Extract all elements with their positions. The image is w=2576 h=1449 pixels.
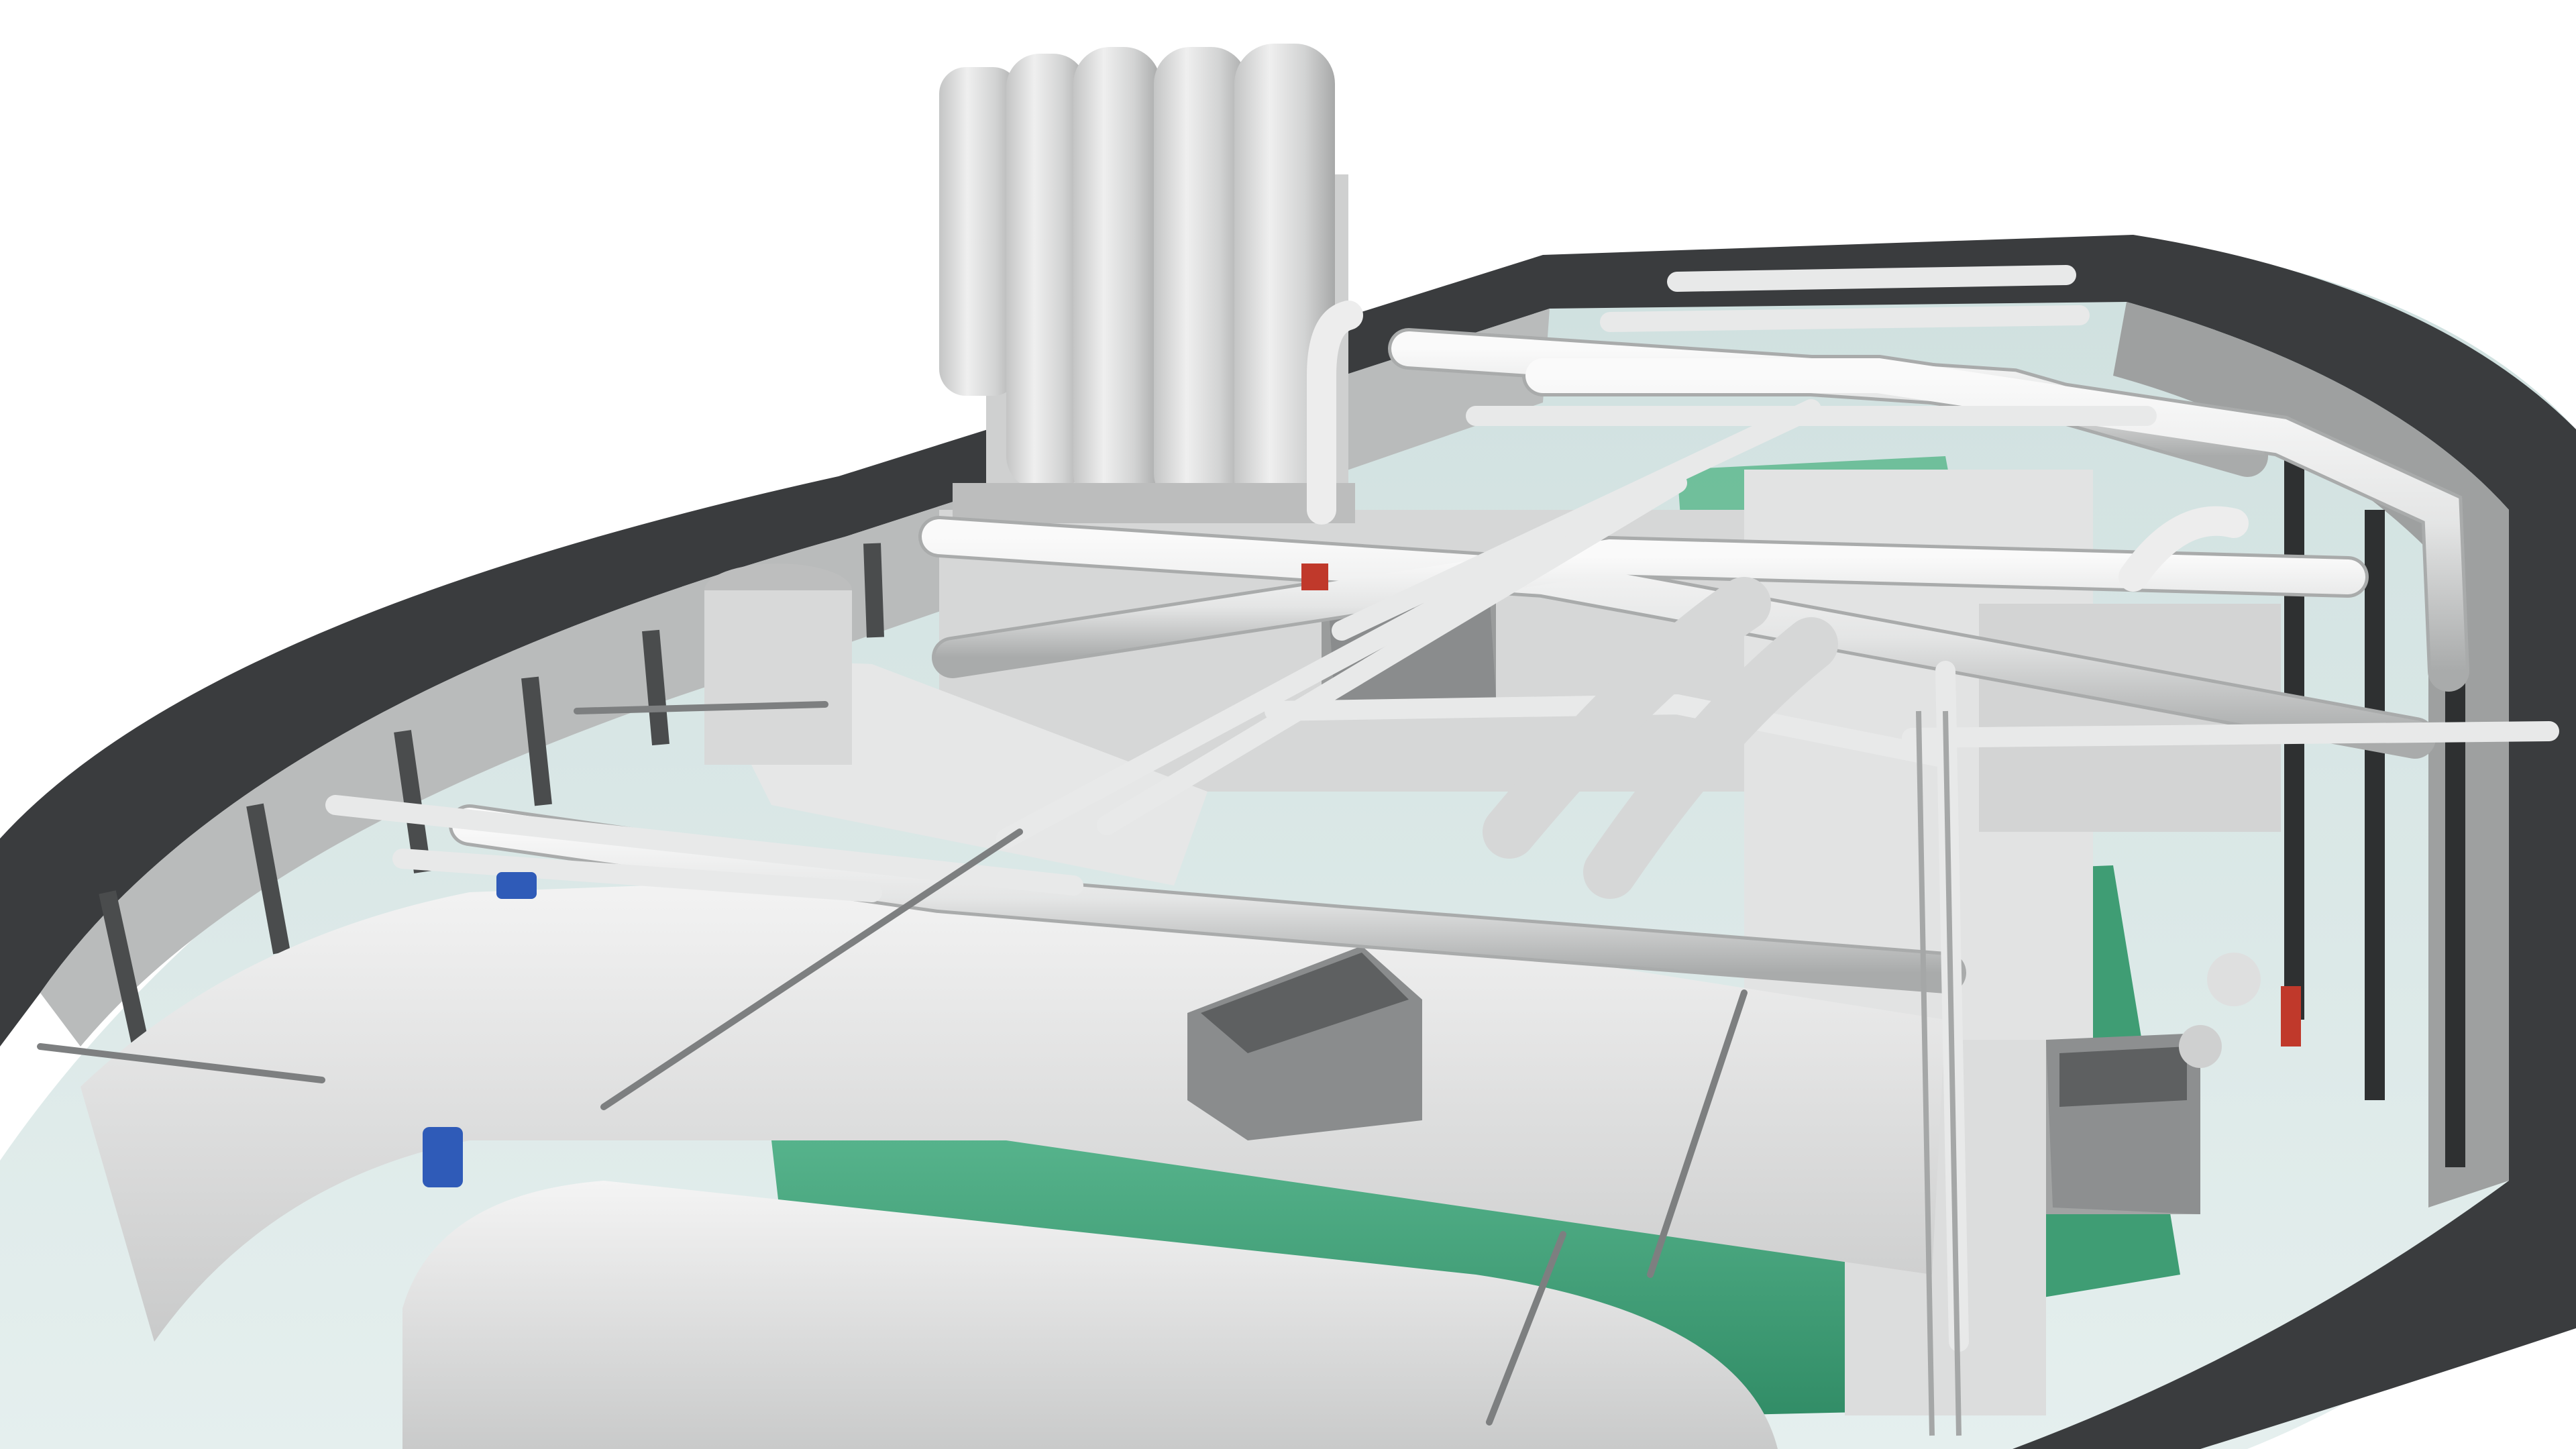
exhaust-stack bbox=[939, 44, 1355, 523]
engine-room-render bbox=[0, 44, 2576, 1449]
